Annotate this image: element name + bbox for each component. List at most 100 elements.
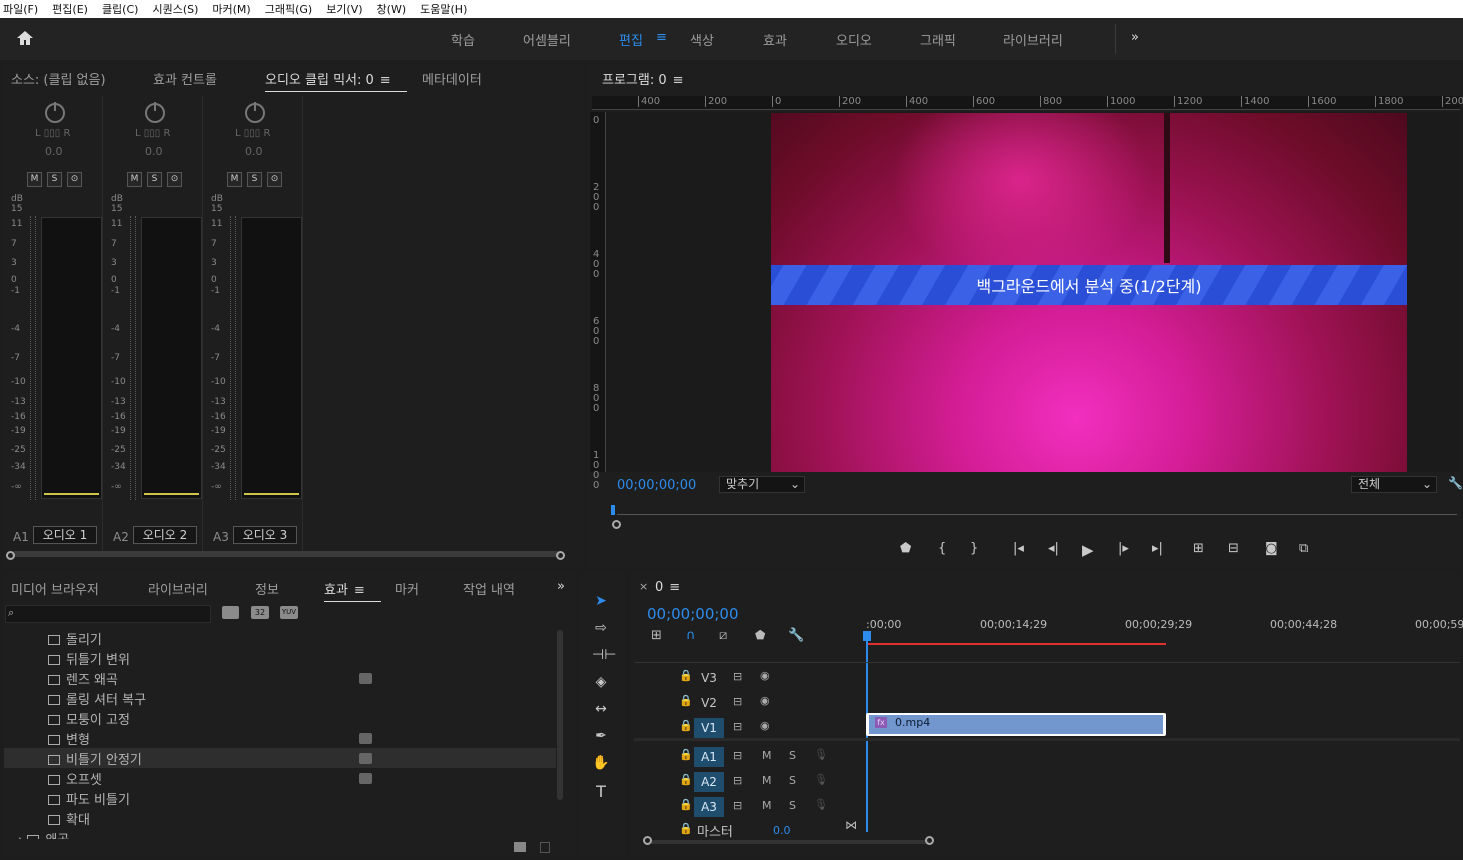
effect-item[interactable]: 롤링 셔터 복구 <box>48 689 146 708</box>
pan-knob[interactable] <box>245 102 265 123</box>
folder-item[interactable]: › 왜곡 <box>18 829 69 839</box>
workspace-learn[interactable]: 학습 <box>451 30 475 49</box>
workspace-color[interactable]: 색상 <box>690 30 714 49</box>
volume-fader-track[interactable] <box>41 217 102 499</box>
solo-track-button[interactable]: S <box>789 749 796 762</box>
lock-icon[interactable]: 🔒 <box>679 822 693 835</box>
menu-clip[interactable]: 클립(C) <box>102 1 139 17</box>
linked-selection-icon[interactable]: ⧄ <box>719 628 727 643</box>
snap-icon[interactable]: ∩ <box>686 628 696 643</box>
program-monitor-tab[interactable]: 프로그램: 0 ≡ <box>602 69 684 88</box>
panel-menu-icon[interactable]: ≡ <box>673 73 684 88</box>
mute-track-button[interactable]: M <box>762 799 772 812</box>
workspace-graphics[interactable]: 그래픽 <box>920 30 956 49</box>
track-select-tool-icon[interactable]: ⇨ <box>592 620 610 638</box>
voiceover-button[interactable]: ⊙ <box>67 172 82 187</box>
mute-button[interactable]: M <box>27 172 42 187</box>
mute-track-button[interactable]: M <box>762 774 772 787</box>
tab-source[interactable]: 소스: (클립 없음) <box>11 69 106 88</box>
track-target-v3[interactable]: V3 <box>694 668 724 688</box>
microphone-icon[interactable]: 🎙 <box>814 773 828 786</box>
tab-effect-controls[interactable]: 효과 컨트롤 <box>153 69 217 88</box>
lock-icon[interactable]: 🔒 <box>679 798 693 811</box>
go-to-in-button[interactable]: |◂ <box>1013 541 1024 556</box>
add-marker-button[interactable]: ⬟ <box>900 541 911 556</box>
menu-help[interactable]: 도움말(H) <box>420 1 467 17</box>
workspace-menu-icon[interactable]: ≡ <box>656 30 667 45</box>
sync-lock-icon[interactable]: ⊟ <box>733 749 742 762</box>
scroll-handle-right[interactable] <box>556 551 565 560</box>
lock-icon[interactable]: 🔒 <box>679 694 693 707</box>
sync-lock-icon[interactable]: ⊟ <box>733 670 742 683</box>
effect-item[interactable]: 렌즈 왜곡 <box>48 669 118 688</box>
wrench-icon[interactable]: 🔧 <box>788 628 804 643</box>
pan-knob[interactable] <box>45 102 65 123</box>
voiceover-button[interactable]: ⊙ <box>167 172 182 187</box>
tab-markers[interactable]: 마커 <box>395 579 419 598</box>
effect-item[interactable]: 확대 <box>48 809 90 828</box>
track-target-v2[interactable]: V2 <box>694 693 724 713</box>
solo-track-button[interactable]: S <box>789 774 796 787</box>
new-folder-icon[interactable] <box>514 842 526 852</box>
nest-icon[interactable]: ⊞ <box>651 628 662 643</box>
menu-view[interactable]: 보기(V) <box>326 1 362 17</box>
lift-button[interactable]: ⊞ <box>1193 541 1204 556</box>
playhead-handle[interactable] <box>863 631 871 641</box>
effects-scrollbar[interactable] <box>557 630 563 800</box>
voiceover-button[interactable]: ⊙ <box>267 172 282 187</box>
effect-item[interactable]: 변형 <box>48 729 90 748</box>
workspace-audio[interactable]: 오디오 <box>836 30 872 49</box>
tab-audio-clip-mixer[interactable]: 오디오 클립 믹서: 0 ≡ <box>265 69 407 92</box>
comparison-view-button[interactable]: ⧉ <box>1299 541 1308 556</box>
scroll-handle-left[interactable] <box>6 551 15 560</box>
tab-history[interactable]: 작업 내역 <box>463 579 515 598</box>
lock-icon[interactable]: 🔒 <box>679 719 693 732</box>
go-to-end-icon[interactable]: ⋈ <box>845 818 857 832</box>
video-clip[interactable]: fx 0.mp4 <box>869 715 1163 734</box>
hand-tool-icon[interactable]: ✋ <box>592 755 610 773</box>
tab-libraries[interactable]: 라이브러리 <box>148 579 208 598</box>
pan-knob[interactable] <box>145 102 165 123</box>
sync-lock-icon[interactable]: ⊟ <box>733 799 742 812</box>
scroll-handle-left[interactable] <box>643 836 652 845</box>
menu-graphics[interactable]: 그래픽(G) <box>265 1 312 17</box>
sync-lock-icon[interactable]: ⊟ <box>733 720 742 733</box>
export-frame-icon[interactable]: ◙ <box>1265 541 1278 556</box>
panel-menu-icon[interactable]: ≡ <box>354 583 365 598</box>
mark-out-button[interactable]: } <box>970 541 978 556</box>
type-tool-icon[interactable]: T <box>592 782 610 801</box>
pen-tool-icon[interactable]: ✒ <box>592 728 610 746</box>
tab-metadata[interactable]: 메타데이터 <box>422 69 482 88</box>
menu-edit[interactable]: 편집(E) <box>52 1 88 17</box>
effect-item[interactable]: 돌리기 <box>48 629 102 648</box>
go-to-out-button[interactable]: ▸| <box>1152 541 1163 556</box>
sync-lock-icon[interactable]: ⊟ <box>733 774 742 787</box>
32bit-effects-icon[interactable]: 32 <box>251 606 269 619</box>
mark-in-button[interactable]: { <box>938 541 946 556</box>
sequence-tab[interactable]: 0 ≡ <box>655 580 680 595</box>
mixer-scrollbar[interactable] <box>12 551 560 557</box>
volume-fader-track[interactable] <box>241 217 302 499</box>
program-playhead[interactable] <box>611 505 615 515</box>
accelerated-effects-icon[interactable] <box>222 606 239 619</box>
timeline-scrollbar[interactable] <box>649 840 929 844</box>
track-target-a2[interactable]: A2 <box>694 772 724 792</box>
tab-media-browser[interactable]: 미디어 브라우저 <box>11 579 99 598</box>
panel-menu-icon[interactable]: ≡ <box>669 580 680 595</box>
microphone-icon[interactable]: 🎙 <box>814 748 828 761</box>
timeline-ruler[interactable]: :00;00 00;00;14;29 00;00;29;29 00;00;44;28 0… <box>866 616 1463 660</box>
resolution-dropdown[interactable]: 전체 ⌄ <box>1351 476 1437 493</box>
mute-track-button[interactable]: M <box>762 749 772 762</box>
step-back-button[interactable]: ◂| <box>1048 541 1059 556</box>
volume-fader-track[interactable] <box>141 217 202 499</box>
menu-marker[interactable]: 마커(M) <box>212 1 250 17</box>
solo-track-button[interactable]: S <box>789 799 796 812</box>
menu-file[interactable]: 파일(F) <box>3 1 38 17</box>
track-target-a1[interactable]: A1 <box>694 747 724 767</box>
wrench-icon[interactable]: 🔧 <box>1448 476 1463 490</box>
solo-button[interactable]: S <box>47 172 62 187</box>
program-timecode[interactable]: 00;00;00;00 <box>617 478 696 493</box>
solo-button[interactable]: S <box>247 172 262 187</box>
solo-button[interactable]: S <box>147 172 162 187</box>
effect-item[interactable]: 모퉁이 고정 <box>48 709 130 728</box>
